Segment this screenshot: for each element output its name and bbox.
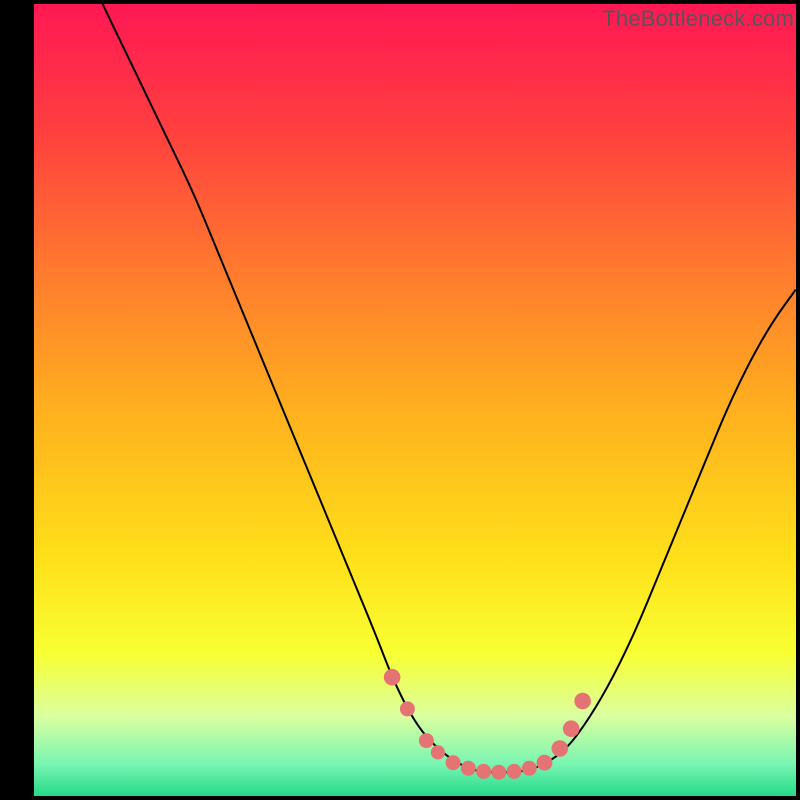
marker-point [507,764,522,779]
marker-point [563,720,580,737]
marker-point [537,755,553,771]
marker-point [476,764,491,779]
marker-point [574,693,591,710]
plot-area [34,4,796,796]
marker-point [461,761,476,776]
chart-container: TheBottleneck.com [0,0,800,800]
marker-point [419,733,434,748]
marker-point [522,761,537,776]
marker-point [384,669,401,686]
marker-point [431,745,445,759]
watermark-text: TheBottleneck.com [602,6,794,32]
marker-point [446,755,461,770]
marker-point [491,765,506,780]
marker-point [552,740,569,757]
marker-point [400,701,415,716]
optimal-markers [34,4,796,796]
